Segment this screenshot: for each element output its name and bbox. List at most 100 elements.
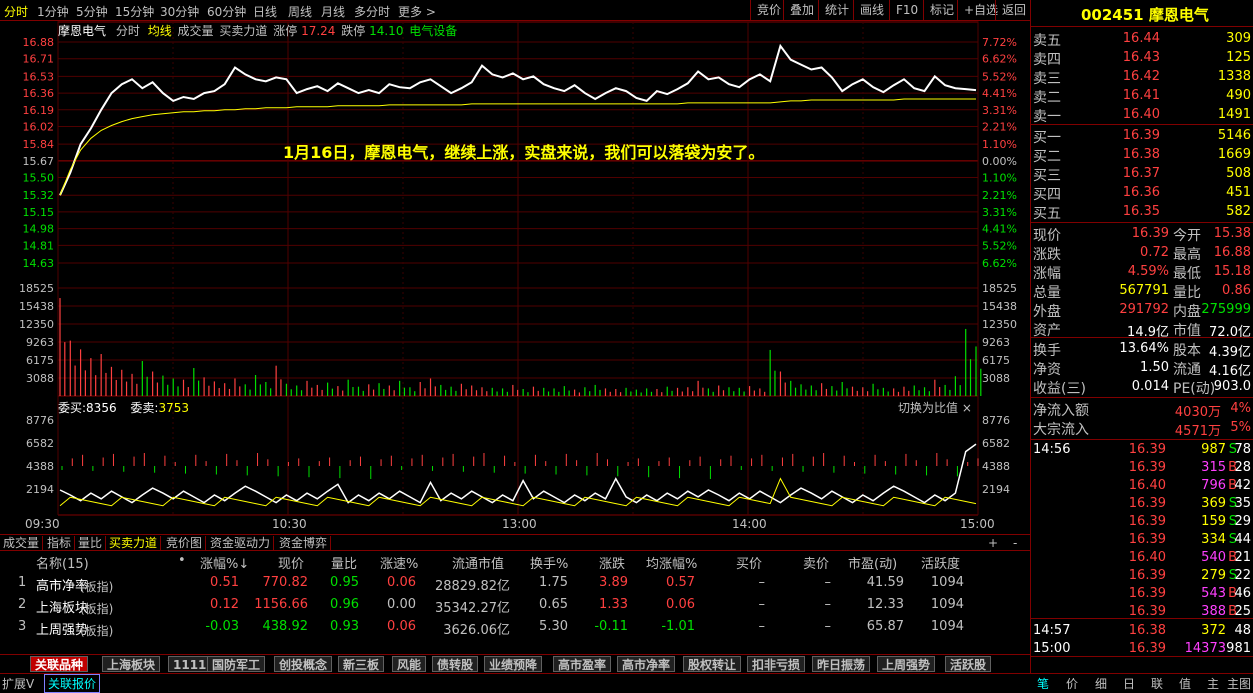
table-row[interactable]: 1 高市净率 (板指) 0.51 770.82 0.95 0.06 28829.82亿 1.75…: [0, 575, 1030, 597]
expand-button[interactable]: 扩展V: [2, 675, 34, 692]
price-tick-label: 15.32: [23, 189, 55, 202]
ma-label: 均线: [147, 24, 172, 38]
panel-footer-tab[interactable]: 联: [1151, 675, 1163, 692]
panel-footer-tab[interactable]: 主: [1207, 675, 1219, 692]
pct-tick-label: 6.62%: [982, 257, 1017, 270]
bottom-tab[interactable]: 扣非亏损: [747, 656, 806, 672]
bottom-tab[interactable]: 活跃股: [945, 656, 992, 672]
stats-button[interactable]: 统计: [818, 0, 849, 20]
price-tick-label: 14.81: [23, 239, 55, 252]
tab-capital-drive[interactable]: 资金驱动力: [207, 536, 275, 551]
bid-price[interactable]: 16.38: [1123, 147, 1160, 162]
ask-price[interactable]: 16.41: [1123, 88, 1160, 103]
tab-auction-chart[interactable]: 竞价图: [163, 536, 207, 551]
tab-indicator[interactable]: 指标: [44, 536, 76, 551]
bottom-tab[interactable]: 高市盈率: [553, 656, 612, 672]
bottom-tab[interactable]: 股权转让: [683, 656, 742, 672]
f10-button[interactable]: F10: [889, 0, 918, 20]
bottom-tab[interactable]: 创投概念: [274, 656, 333, 672]
bottom-tab[interactable]: 高市净率: [617, 656, 676, 672]
period-tab-week[interactable]: 周线: [288, 3, 312, 20]
col-change-pct[interactable]: 涨幅%↓: [200, 553, 249, 572]
period-tab-fenshi[interactable]: 分时: [4, 3, 28, 20]
tab-volume-ratio[interactable]: 量比: [75, 536, 107, 551]
col-bid[interactable]: 买价: [736, 553, 762, 572]
tick-count: 29: [1234, 514, 1251, 529]
bottom-tab[interactable]: 风能: [392, 656, 427, 672]
bottom-tab[interactable]: 上海板块: [102, 656, 161, 672]
pct-tick-label: 5.52%: [982, 70, 1017, 83]
period-tab-60min[interactable]: 60分钟: [207, 3, 246, 20]
quote2-value: 0.014: [1131, 379, 1169, 394]
cell-idx: 3: [18, 619, 27, 634]
bottom-tab[interactable]: 国防军工: [207, 656, 266, 672]
bid-level-label: 买一: [1033, 130, 1061, 146]
period-tab-month[interactable]: 月线: [321, 3, 345, 20]
col-price[interactable]: 现价: [278, 553, 304, 572]
col-volume-ratio[interactable]: 量比: [331, 553, 357, 572]
col-activity[interactable]: 活跃度: [921, 553, 960, 572]
bottom-tab[interactable]: 新三板: [338, 656, 385, 672]
period-tab-1min[interactable]: 1分钟: [37, 3, 69, 20]
ask-price[interactable]: 16.42: [1123, 69, 1160, 84]
bottom-tab[interactable]: 上周强势: [877, 656, 936, 672]
pct-tick-label: 7.72%: [982, 36, 1017, 49]
cell-idx: 2: [18, 597, 27, 612]
period-tab-more[interactable]: 更多 >: [398, 3, 436, 20]
price-tick-label: 16.19: [23, 104, 55, 117]
stock-title: 002451 摩恩电气: [1081, 4, 1209, 25]
ask-price[interactable]: 16.44: [1123, 31, 1160, 46]
plus-button[interactable]: +: [985, 536, 1001, 551]
auction-button[interactable]: 竞价: [750, 0, 781, 20]
panel-footer-tab[interactable]: 值: [1179, 675, 1191, 692]
panel-footer-tab[interactable]: 价: [1066, 675, 1078, 692]
back-button[interactable]: 返回: [995, 0, 1026, 20]
bid-price[interactable]: 16.36: [1123, 185, 1160, 200]
period-tab-15min[interactable]: 15分钟: [115, 3, 154, 20]
minus-button[interactable]: -: [1010, 536, 1020, 551]
ask-price[interactable]: 16.43: [1123, 50, 1160, 65]
related-quote-button[interactable]: 关联报价: [44, 674, 101, 693]
panel-footer-tab[interactable]: 细: [1095, 675, 1107, 692]
col-change[interactable]: 涨跌: [599, 553, 625, 572]
col-speed[interactable]: 涨速%: [380, 553, 418, 572]
period-tab-30min[interactable]: 30分钟: [160, 3, 199, 20]
mark-button[interactable]: 标记: [923, 0, 954, 20]
bid-price[interactable]: 16.39: [1123, 128, 1160, 143]
bottom-tab[interactable]: 关联品种: [30, 656, 89, 672]
tab-volume[interactable]: 成交量: [0, 536, 44, 551]
tick-price: 16.39: [1128, 641, 1166, 656]
switch-ratio-button[interactable]: 切换为比值 ×: [898, 399, 972, 416]
col-ask[interactable]: 卖价: [803, 553, 829, 572]
col-name[interactable]: 名称(15): [36, 553, 89, 572]
bid-price[interactable]: 16.37: [1123, 166, 1160, 181]
panel-footer-tab[interactable]: 日: [1123, 675, 1135, 692]
chart-header: 摩恩电气 分时 均线 成交量 买卖力道 涨停 17.24 跌停 14.10 电气…: [58, 22, 457, 39]
col-float-cap[interactable]: 流通市值: [452, 553, 504, 572]
period-tab-day[interactable]: 日线: [253, 3, 277, 20]
period-tab-5min[interactable]: 5分钟: [76, 3, 108, 20]
bid-price[interactable]: 16.35: [1123, 204, 1160, 219]
bottom-tab[interactable]: 1111: [168, 656, 212, 672]
overlay-button[interactable]: 叠加: [783, 0, 814, 20]
table-row[interactable]: 2 上海板块 (板指) 0.12 1156.66 0.96 0.00 35342.27亿 0.6…: [0, 597, 1030, 619]
panel-footer-tab[interactable]: 笔: [1037, 675, 1049, 692]
period-tab-multi[interactable]: 多分时: [354, 3, 390, 20]
bottom-tab[interactable]: 昨日振荡: [812, 656, 871, 672]
tab-buy-sell-force[interactable]: 买卖力道: [106, 536, 162, 551]
tick-time: 14:57: [1033, 623, 1071, 638]
col-pe[interactable]: 市盈(动): [848, 553, 897, 572]
col-avg-change[interactable]: 均涨幅%: [646, 553, 697, 572]
tick-price: 16.38: [1128, 623, 1166, 638]
table-row[interactable]: 3 上周强势 (板指) -0.03 438.92 0.93 0.06 3626.06亿 5.30…: [0, 619, 1030, 641]
ask-price[interactable]: 16.40: [1123, 107, 1160, 122]
panel-footer-tab[interactable]: 主图: [1227, 675, 1251, 692]
bottom-tab[interactable]: 业绩预降: [484, 656, 543, 672]
bottom-tab[interactable]: 债转股: [432, 656, 479, 672]
tick-price: 16.39: [1128, 514, 1166, 529]
draw-button[interactable]: 画线: [853, 0, 884, 20]
col-turnover[interactable]: 换手%: [530, 553, 568, 572]
add-favorite-button[interactable]: +自选: [957, 0, 998, 20]
tab-capital-game[interactable]: 资金博弈: [276, 536, 332, 551]
intraday-chart[interactable]: 16.88 7.72% 16.71 6.62% 16.53 5.52% 16.36 4.41%…: [0, 21, 1030, 534]
